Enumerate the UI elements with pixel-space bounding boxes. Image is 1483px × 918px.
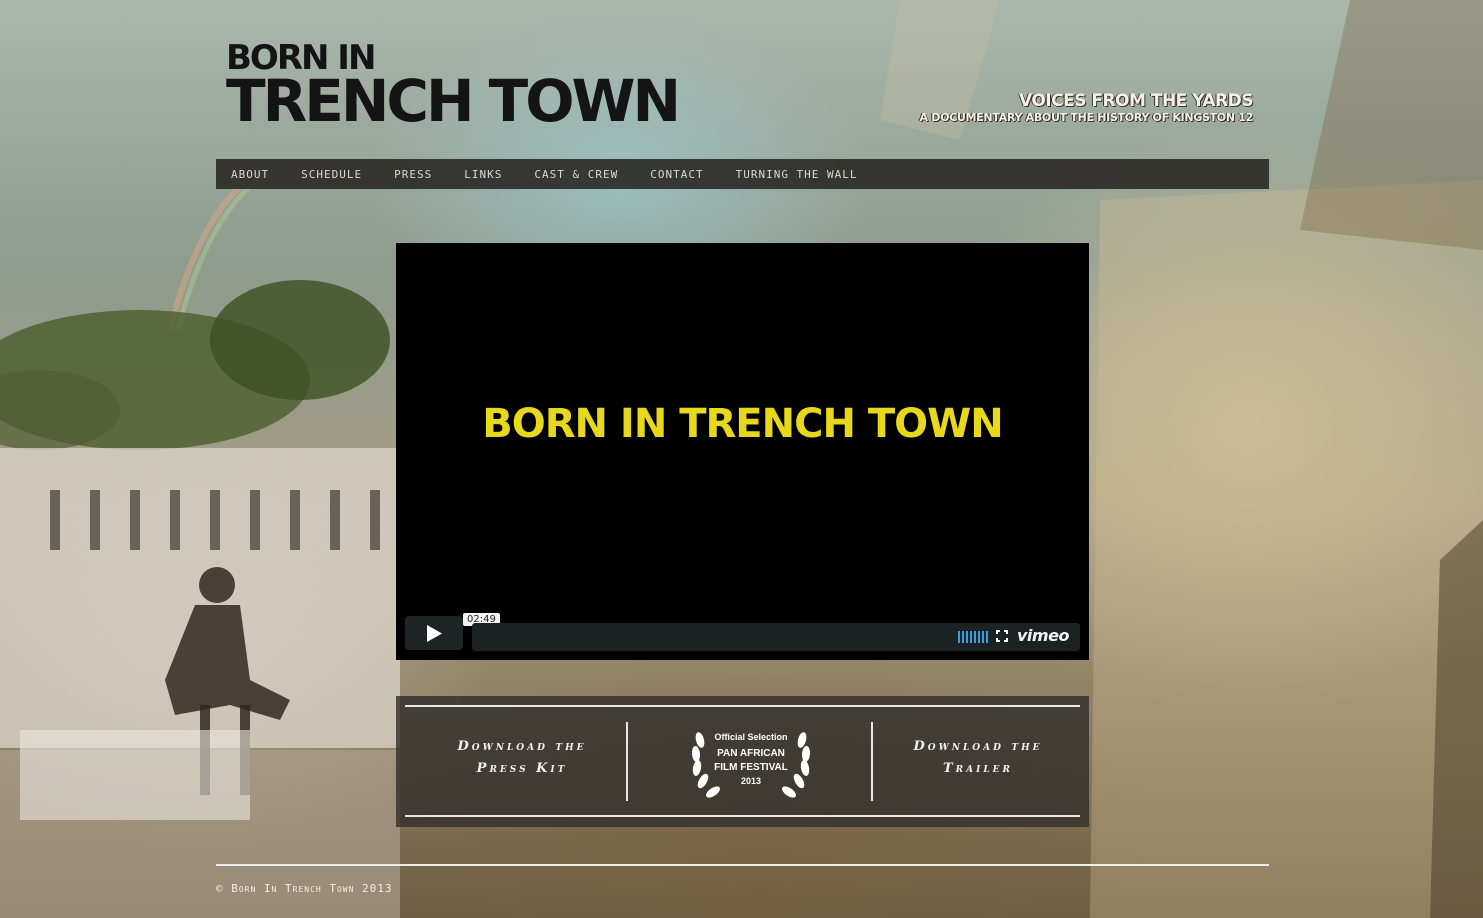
play-icon [427,625,442,642]
video-title: BORN IN TRENCH TOWN [482,401,1004,447]
vimeo-logo[interactable]: vimeo [1017,626,1069,645]
divider-left [626,722,628,801]
nav-item-links[interactable]: LINKS [464,168,502,181]
progress-bar[interactable]: vimeo [472,623,1080,651]
download-panel: Download the Press Kit Official Selectio… [396,696,1089,827]
press-kit-line-2: Press Kit [476,761,568,776]
panel-top-rule [405,705,1080,707]
panel-bottom-rule [405,815,1080,817]
press-kit-line-1: Download the [457,739,587,754]
trailer-line-1: Download the [913,739,1043,754]
play-button[interactable] [405,616,463,650]
video-player[interactable]: BORN IN TRENCH TOWN 02:49 vimeo [396,243,1089,660]
tagline: VOICES FROM THE YARDS A DOCUMENTARY ABOU… [920,91,1254,124]
trailer-line-2: Trailer [942,761,1013,776]
tagline-sub: A DOCUMENTARY ABOUT THE HISTORY OF KINGS… [919,111,1254,124]
logo-line-2: TRENCH TOWN [226,67,681,135]
laurel-line-2: PAN AFRICAN [717,748,785,759]
site-logo[interactable]: BORN IN TRENCH TOWN [226,40,681,132]
fullscreen-icon[interactable] [996,630,1008,642]
nav-item-contact[interactable]: CONTACT [650,168,703,181]
volume-icon[interactable] [958,631,990,643]
download-trailer-link[interactable]: Download the Trailer [888,736,1068,780]
divider-right [871,722,873,801]
main-nav: ABOUT SCHEDULE PRESS LINKS CAST & CREW C… [216,159,1269,189]
nav-item-about[interactable]: ABOUT [231,168,269,181]
nav-item-press[interactable]: PRESS [394,168,432,181]
laurel-line-4: 2013 [740,776,762,786]
copyright-text: © Born In Trench Town 2013 [216,882,393,895]
festival-laurel: Official Selection PAN AFRICAN FILM FEST… [686,720,816,804]
nav-item-schedule[interactable]: SCHEDULE [301,168,362,181]
download-press-kit-link[interactable]: Download the Press Kit [432,736,612,780]
laurel-line-3: FILM FESTIVAL [714,762,788,773]
laurel-line-1: Official Selection [714,732,788,742]
footer-rule [216,864,1269,866]
nav-item-turning-the-wall[interactable]: TURNING THE WALL [736,168,858,181]
tagline-main: VOICES FROM THE YARDS [1018,91,1254,111]
nav-item-cast-crew[interactable]: CAST & CREW [534,168,618,181]
